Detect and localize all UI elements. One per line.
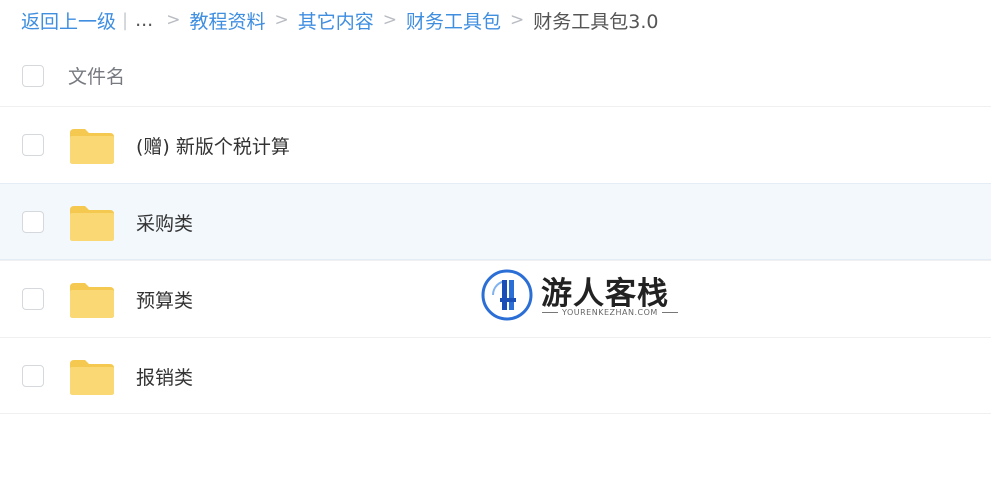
row-checkbox[interactable] <box>22 288 44 310</box>
chevron-right-icon: > <box>382 10 397 30</box>
file-browser: 返回上一级 | ... > 教程资料 > 其它内容 > 财务工具包 > 财务工具… <box>0 0 991 487</box>
chevron-right-icon: > <box>274 10 289 30</box>
chevron-right-icon: > <box>510 10 525 30</box>
list-item[interactable]: 采购类 <box>0 183 991 260</box>
file-name[interactable]: 预算类 <box>136 286 193 313</box>
breadcrumb-item-other[interactable]: 其它内容 <box>298 7 374 34</box>
breadcrumb: 返回上一级 | ... > 教程资料 > 其它内容 > 财务工具包 > 财务工具… <box>21 6 658 34</box>
list-item[interactable]: 报销类 <box>0 337 991 414</box>
folder-icon <box>70 129 114 164</box>
file-name[interactable]: 报销类 <box>136 363 193 390</box>
list-item[interactable]: (赠) 新版个税计算 <box>0 106 991 183</box>
select-all-checkbox[interactable] <box>22 65 44 87</box>
breadcrumb-item-finance-kit[interactable]: 财务工具包 <box>406 7 501 34</box>
breadcrumb-ellipsis[interactable]: ... <box>135 9 153 31</box>
file-name[interactable]: (赠) 新版个税计算 <box>136 132 290 159</box>
chevron-right-icon: > <box>166 10 181 30</box>
row-checkbox[interactable] <box>22 211 44 233</box>
back-link[interactable]: 返回上一级 <box>21 7 116 34</box>
row-checkbox[interactable] <box>22 365 44 387</box>
file-list: (赠) 新版个税计算 采购类 预算类 报销类 <box>0 106 991 414</box>
list-item[interactable]: 预算类 <box>0 260 991 337</box>
breadcrumb-current: 财务工具包3.0 <box>533 10 659 33</box>
column-header-filename[interactable]: 文件名 <box>68 62 125 89</box>
folder-icon <box>70 206 114 241</box>
folder-icon <box>70 360 114 395</box>
file-name[interactable]: 采购类 <box>136 209 193 236</box>
row-checkbox[interactable] <box>22 134 44 156</box>
breadcrumb-divider: | <box>122 9 129 31</box>
list-header: 文件名 <box>0 48 991 102</box>
breadcrumb-item-tutorials[interactable]: 教程资料 <box>189 7 265 34</box>
folder-icon <box>70 283 114 318</box>
